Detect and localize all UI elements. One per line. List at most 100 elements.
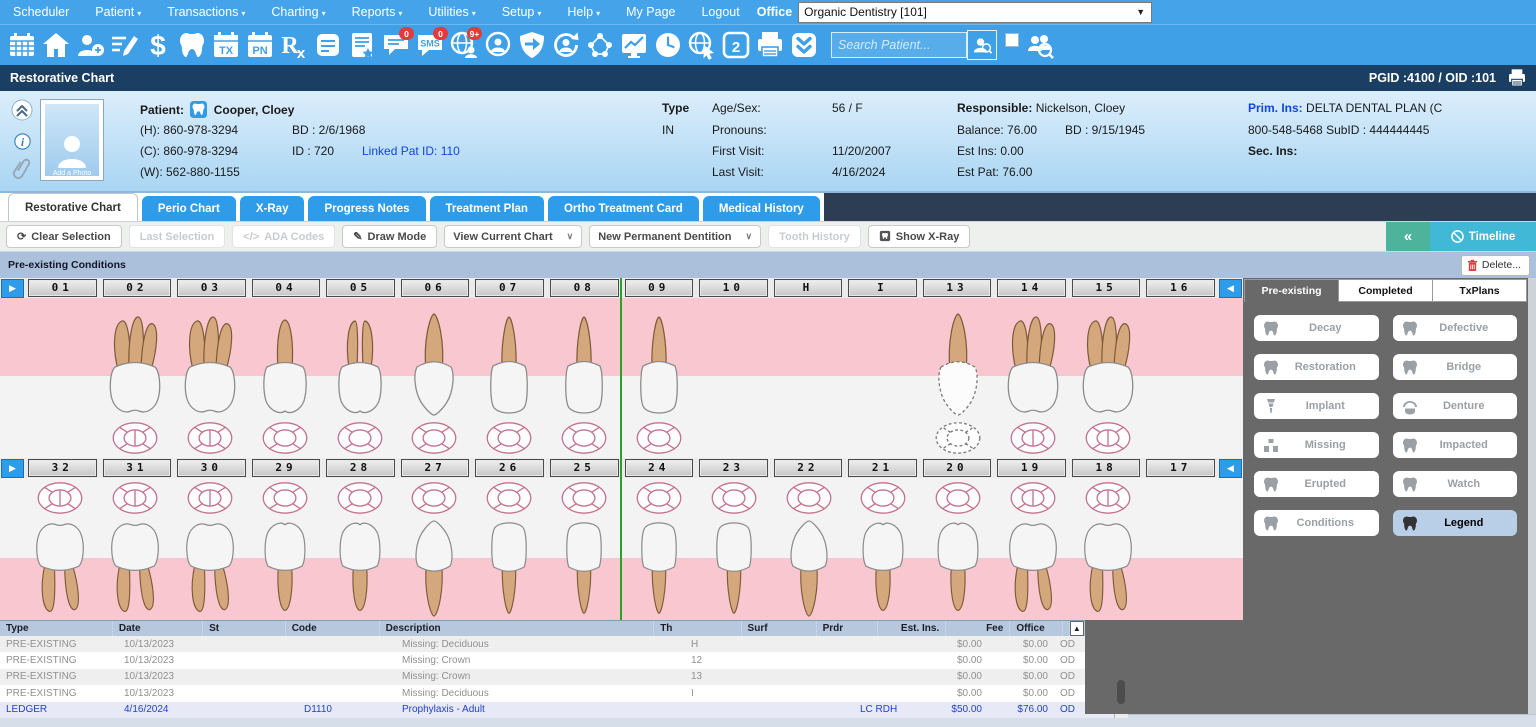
tooth-22[interactable] [771, 478, 846, 620]
info-icon[interactable]: i [14, 133, 31, 150]
occlusal-view-29[interactable] [260, 480, 310, 516]
web-patient-icon[interactable]: 9+ [447, 27, 481, 63]
collapse-chevrons-icon[interactable] [787, 27, 821, 63]
timeline-button[interactable]: Timeline [1430, 222, 1536, 251]
bridge-button[interactable]: Bridge [1393, 354, 1518, 380]
ada-codes-button[interactable]: </>ADA Codes [232, 225, 335, 248]
tab-treatment-plan[interactable]: Treatment Plan [430, 196, 544, 221]
tab-x-ray[interactable]: X-Ray [240, 196, 305, 221]
occlusal-view-27[interactable] [409, 480, 459, 516]
table-row[interactable]: PRE-EXISTING10/13/2023Missing: Deciduous… [0, 636, 1114, 652]
occlusal-view-02[interactable] [110, 420, 160, 456]
tooth-23[interactable] [696, 478, 771, 620]
table-row[interactable]: LEDGER4/16/2024D1110Prophylaxis - AdultL… [0, 702, 1114, 718]
tooth-32[interactable] [23, 478, 98, 620]
search-option-checkbox[interactable] [1005, 33, 1019, 47]
tooth-button-H[interactable]: H [774, 279, 843, 297]
legend-button[interactable]: Legend [1393, 510, 1518, 536]
watch-button[interactable]: Watch [1393, 471, 1518, 497]
tooth-button-08[interactable]: 08 [550, 279, 619, 297]
tooth-graphic-07[interactable] [479, 312, 539, 416]
add-photo-box[interactable]: Add a Photo [40, 99, 104, 181]
tooth-31[interactable] [98, 478, 173, 620]
tooth-graphic-24[interactable] [629, 520, 689, 618]
analytics-icon[interactable] [617, 27, 651, 63]
tooth-button-15[interactable]: 15 [1072, 279, 1141, 297]
occlusal-view-08[interactable] [559, 420, 609, 456]
tooth-graphic-08[interactable] [554, 312, 614, 416]
tooth-graphic-22[interactable] [779, 520, 839, 618]
tooth-button-30[interactable]: 30 [177, 459, 246, 477]
tooth-graphic-19[interactable] [1003, 520, 1063, 618]
clock-icon[interactable] [651, 27, 685, 63]
calendar-icon[interactable] [5, 27, 39, 63]
tooth-26[interactable] [472, 478, 547, 620]
occlusal-view-15[interactable] [1083, 420, 1133, 456]
delete-button[interactable]: Delete... [1461, 255, 1530, 276]
pn-calendar-icon[interactable]: PN [243, 27, 277, 63]
tab-progress-notes[interactable]: Progress Notes [308, 196, 425, 221]
tooth-graphic-27[interactable] [404, 520, 464, 618]
tooth-icon[interactable] [175, 27, 209, 63]
occlusal-view-09[interactable] [634, 420, 684, 456]
menu-item-patient[interactable]: Patient▾ [82, 5, 154, 19]
patient-sync-icon[interactable] [549, 27, 583, 63]
table-row[interactable]: PRE-EXISTING10/13/2023Missing: Crown12$0… [0, 652, 1114, 668]
column-header-st[interactable]: St [203, 621, 286, 636]
upper-scroll-left-button[interactable]: ▶ [1, 279, 24, 298]
occlusal-view-05[interactable] [335, 420, 385, 456]
tab-medical-history[interactable]: Medical History [703, 196, 820, 221]
occlusal-view-20[interactable] [933, 480, 983, 516]
tooth-02[interactable] [98, 298, 173, 458]
column-header-fee[interactable]: Fee [946, 621, 1010, 636]
tooth-21[interactable] [846, 478, 921, 620]
tooth-button-18[interactable]: 18 [1072, 459, 1141, 477]
rx-icon[interactable]: Rx [277, 27, 311, 63]
tooth-button-19[interactable]: 19 [997, 459, 1066, 477]
occlusal-view-30[interactable] [185, 480, 235, 516]
view-current-chart-select[interactable]: View Current Chart∨ [444, 225, 582, 248]
tooth-button-14[interactable]: 14 [997, 279, 1066, 297]
lower-scroll-right-button[interactable]: ◀ [1219, 459, 1242, 478]
menu-item-reports[interactable]: Reports▾ [339, 5, 416, 19]
tooth-button-22[interactable]: 22 [774, 459, 843, 477]
tooth-graphic-15[interactable] [1078, 312, 1138, 416]
occlusal-view-28[interactable] [335, 480, 385, 516]
tooth-button-25[interactable]: 25 [550, 459, 619, 477]
collapse-panel-icon[interactable] [11, 99, 33, 121]
tooth-button-28[interactable]: 28 [326, 459, 395, 477]
decay-button[interactable]: Decay [1254, 315, 1379, 341]
tooth-04[interactable] [247, 298, 322, 458]
tooth-button-17[interactable]: 17 [1146, 459, 1215, 477]
add-patient-icon[interactable] [73, 27, 107, 63]
tooth-button-07[interactable]: 07 [475, 279, 544, 297]
tooth-14[interactable] [996, 298, 1071, 458]
tooth-graphic-05[interactable] [330, 312, 390, 416]
tooth-25[interactable] [547, 478, 622, 620]
menu-item-transactions[interactable]: Transactions▾ [154, 5, 258, 19]
tooth-button-I[interactable]: I [848, 279, 917, 297]
erupted-button[interactable]: Erupted [1254, 471, 1379, 497]
tooth-button-04[interactable]: 04 [252, 279, 321, 297]
lower-scroll-left-button[interactable]: ▶ [1, 459, 24, 478]
tooth-graphic-13[interactable] [928, 312, 988, 416]
tooth-20[interactable] [921, 478, 996, 620]
tooth-graphic-06[interactable] [404, 312, 464, 416]
tooth-graphic-31[interactable] [105, 520, 165, 618]
scroll-thumb[interactable] [1117, 680, 1125, 704]
shield-arrow-icon[interactable] [515, 27, 549, 63]
tooth-05[interactable] [322, 298, 397, 458]
draw-mode-button[interactable]: ✎Draw Mode [342, 225, 437, 248]
tooth-graphic-23[interactable] [704, 520, 764, 618]
occlusal-view-32[interactable] [35, 480, 85, 516]
menu-item-help[interactable]: Help▾ [554, 5, 613, 19]
tooth-08[interactable] [547, 298, 622, 458]
tooth-18[interactable] [1070, 478, 1145, 620]
sidebar-tab-completed[interactable]: Completed [1339, 279, 1433, 302]
tooth-button-29[interactable]: 29 [252, 459, 321, 477]
menu-item-utilities[interactable]: Utilities▾ [415, 5, 488, 19]
tooth-30[interactable] [173, 478, 248, 620]
tooth-button-09[interactable]: 09 [625, 279, 694, 297]
column-header-th[interactable]: Th [654, 621, 741, 636]
web-conference-icon[interactable] [481, 27, 515, 63]
